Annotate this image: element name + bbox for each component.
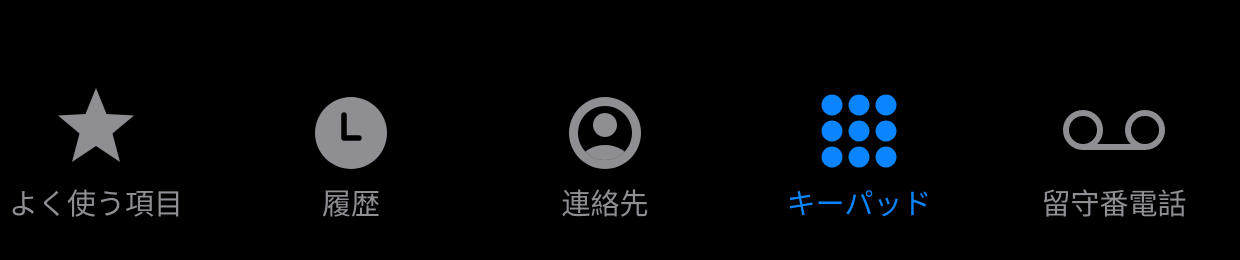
tab-voicemail[interactable]: 留守番電話 xyxy=(1004,0,1224,260)
star-icon xyxy=(54,86,138,166)
tab-contacts[interactable]: 連絡先 xyxy=(495,0,715,260)
clock-icon xyxy=(313,95,389,171)
tab-keypad-label: キーパッド xyxy=(786,187,932,221)
tab-bar: よく使う項目 履歴 連絡先 キーパッド 留守番電話 xyxy=(0,0,1240,260)
person-circle-icon xyxy=(567,95,643,171)
voicemail-icon xyxy=(1059,108,1169,156)
tab-recents[interactable]: 履歴 xyxy=(241,0,461,260)
tab-favorites[interactable]: よく使う項目 xyxy=(0,0,206,260)
keypad-grid-icon xyxy=(820,94,898,168)
tab-recents-label: 履歴 xyxy=(321,187,380,221)
tab-contacts-label: 連絡先 xyxy=(561,187,649,221)
tab-voicemail-label: 留守番電話 xyxy=(1041,187,1187,221)
tab-favorites-label: よく使う項目 xyxy=(8,187,183,221)
tab-keypad[interactable]: キーパッド xyxy=(749,0,969,260)
